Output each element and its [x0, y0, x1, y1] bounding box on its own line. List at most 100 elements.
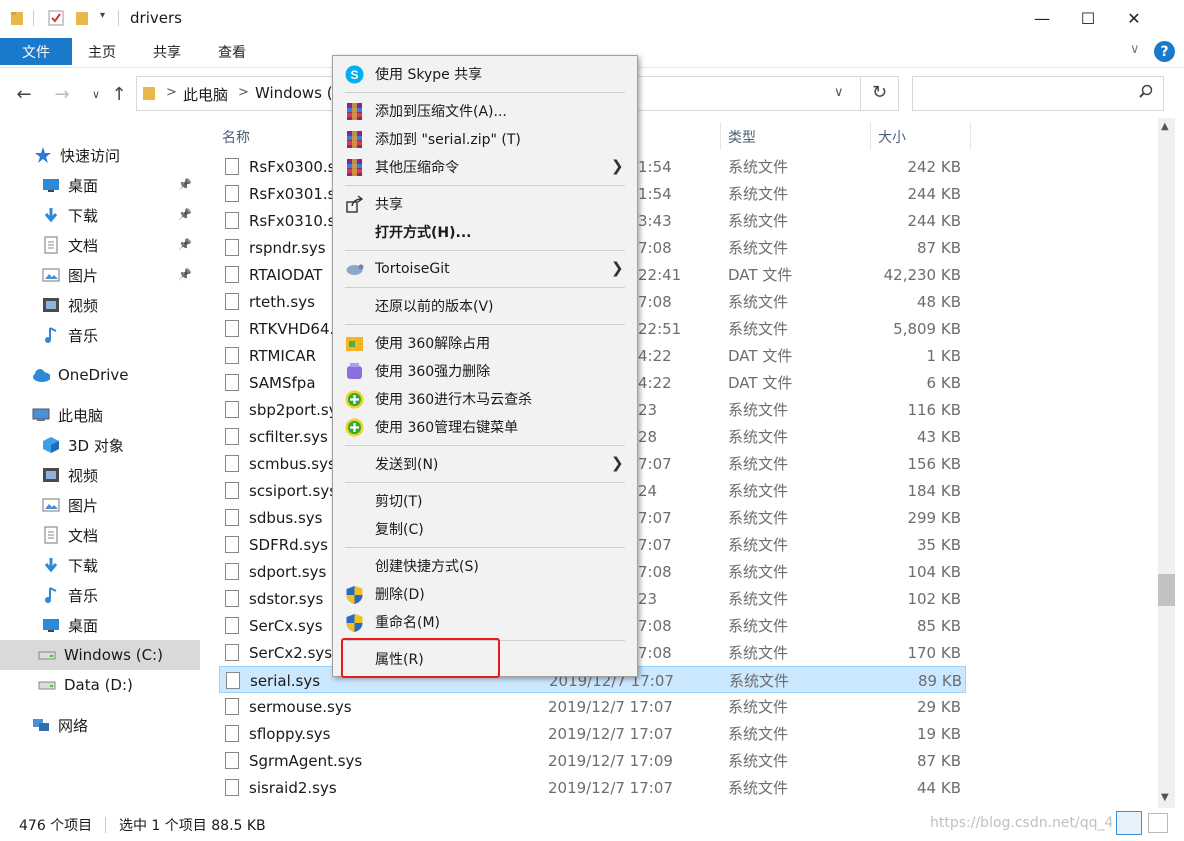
divider [118, 10, 119, 26]
menu-item[interactable]: S 使用 Skype 共享 [333, 60, 637, 88]
expand-ribbon-chevron-icon[interactable]: ∨ [1130, 42, 1140, 57]
menu-item[interactable]: TortoiseGit ❯ [333, 255, 637, 283]
file-date: 7:08 [638, 562, 672, 581]
file-type: 系统文件 [728, 212, 789, 230]
address-dropdown-chevron-icon[interactable]: ∨ [834, 85, 844, 100]
file-date: 2019/12/7 17:07 [548, 724, 673, 743]
divider [860, 76, 861, 111]
sidebar-item[interactable]: 图片 [0, 260, 200, 290]
vertical-scrollbar[interactable] [1158, 118, 1175, 808]
sidebar-item[interactable]: 音乐 [0, 580, 200, 610]
menu-item[interactable]: 使用 360管理右键菜单 [333, 413, 637, 441]
file-type: 系统文件 [728, 239, 789, 257]
sidebar-item[interactable]: 下载 [0, 200, 200, 230]
menu-item[interactable]: 创建快捷方式(S) [333, 552, 637, 580]
file-name: scmbus.sys [249, 454, 336, 473]
sidebar-item[interactable]: 视频 [0, 460, 200, 490]
details-view-icon[interactable] [1116, 811, 1142, 835]
menu-item[interactable]: 复制(C) [333, 515, 637, 543]
scroll-down-arrow-icon[interactable]: ▼ [1161, 792, 1169, 803]
menu-item[interactable]: 共享 [333, 190, 637, 218]
search-input[interactable] [912, 76, 1164, 111]
pin-icon: 📌 [178, 238, 192, 251]
scroll-up-arrow-icon[interactable]: ▲ [1161, 121, 1169, 132]
sidebar-item[interactable]: 文档 [0, 520, 200, 550]
sidebar-item[interactable]: 桌面 [0, 610, 200, 640]
new-folder-icon[interactable] [75, 10, 89, 26]
file-row[interactable]: sisraid2.sys 2019/12/7 17:07 系统文件 44 KB [219, 774, 966, 801]
breadcrumb-windows[interactable]: Windows ( [255, 84, 333, 102]
refresh-icon[interactable]: ↻ [872, 82, 887, 103]
file-date: 4:22 [638, 373, 672, 392]
large-icons-view-icon[interactable] [1148, 813, 1168, 833]
help-button[interactable]: ? [1154, 41, 1175, 62]
properties-icon[interactable] [48, 10, 64, 26]
file-type: 系统文件 [728, 320, 789, 338]
back-arrow-icon[interactable]: ← [10, 80, 38, 108]
menu-item[interactable]: 使用 360解除占用 [333, 329, 637, 357]
menu-item[interactable]: 其他压缩命令 ❯ [333, 153, 637, 181]
sidebar-item[interactable]: Windows (C:) [0, 640, 200, 670]
forward-arrow-icon[interactable]: → [48, 80, 76, 108]
menu-item[interactable]: 删除(D) [333, 580, 637, 608]
tab-share[interactable]: 共享 [153, 38, 181, 65]
maximize-button[interactable]: ☐ [1065, 0, 1111, 36]
file-type: 系统文件 [728, 779, 789, 797]
file-date: 7:07 [638, 454, 672, 473]
sidebar-item[interactable]: 音乐 [0, 320, 200, 350]
column-header-name[interactable]: 名称 [222, 124, 250, 150]
menu-item-label: 复制(C) [375, 522, 424, 538]
file-row[interactable]: sfloppy.sys 2019/12/7 17:07 系统文件 19 KB [219, 720, 966, 747]
sidebar-item[interactable]: 3D 对象 [0, 430, 200, 460]
file-size: 89 KB [918, 671, 962, 690]
video-icon [42, 296, 60, 314]
file-type: DAT 文件 [728, 266, 793, 284]
sidebar-item[interactable]: 图片 [0, 490, 200, 520]
sidebar-item[interactable]: OneDrive [0, 360, 200, 390]
tab-file[interactable]: 文件 [0, 38, 72, 65]
sidebar-item-label: 网络 [58, 716, 89, 735]
submenu-arrow-icon: ❯ [611, 454, 624, 472]
menu-item[interactable]: 添加到压缩文件(A)... [333, 97, 637, 125]
close-button[interactable]: ✕ [1111, 0, 1157, 36]
system-file-icon [225, 374, 239, 391]
menu-item[interactable]: 重命名(M) [333, 608, 637, 636]
menu-item[interactable]: 添加到 "serial.zip" (T) [333, 125, 637, 153]
system-file-icon [225, 158, 239, 175]
sidebar-item[interactable]: 此电脑 [0, 400, 200, 430]
sidebar-item[interactable]: 下载 [0, 550, 200, 580]
menu-item-label: 创建快捷方式(S) [375, 559, 479, 575]
sidebar-item[interactable]: 快速访问 [0, 140, 200, 170]
menu-separator [345, 547, 625, 548]
menu-item[interactable]: 使用 360进行木马云查杀 [333, 385, 637, 413]
menu-item[interactable]: 还原以前的版本(V) [333, 292, 637, 320]
minimize-button[interactable]: — [1019, 0, 1065, 36]
tab-home[interactable]: 主页 [88, 38, 116, 65]
breadcrumb-this-pc[interactable]: 此电脑 [183, 84, 228, 105]
desktop-icon [42, 176, 60, 194]
sidebar-item[interactable]: 视频 [0, 290, 200, 320]
scrollbar-thumb[interactable] [1158, 574, 1175, 606]
column-header-type[interactable]: 类型 [728, 124, 756, 150]
quick-access-dropdown-icon[interactable]: ▾ [100, 10, 105, 21]
menu-separator [345, 287, 625, 288]
tab-view[interactable]: 查看 [218, 38, 246, 65]
menu-item[interactable]: 发送到(N) ❯ [333, 450, 637, 478]
file-row[interactable]: sermouse.sys 2019/12/7 17:07 系统文件 29 KB [219, 693, 966, 720]
sidebar-item[interactable]: 文档 [0, 230, 200, 260]
sidebar-item[interactable]: 桌面 [0, 170, 200, 200]
file-name: rteth.sys [249, 292, 315, 311]
file-date: 7:07 [638, 535, 672, 554]
menu-item[interactable]: 打开方式(H)... [333, 218, 637, 246]
menu-item[interactable]: 使用 360强力删除 [333, 357, 637, 385]
search-icon[interactable] [1138, 84, 1154, 100]
menu-item[interactable]: 剪切(T) [333, 487, 637, 515]
sidebar-item[interactable]: 网络 [0, 710, 200, 740]
column-header-size[interactable]: 大小 [878, 124, 906, 150]
tortoisegit-icon [345, 260, 364, 279]
file-row[interactable]: SgrmAgent.sys 2019/12/7 17:09 系统文件 87 KB [219, 747, 966, 774]
menu-item-label: 剪切(T) [375, 494, 423, 510]
sidebar-item[interactable]: Data (D:) [0, 670, 200, 700]
up-arrow-icon[interactable]: ↑ [105, 80, 133, 108]
breadcrumb-separator: > [238, 85, 249, 100]
